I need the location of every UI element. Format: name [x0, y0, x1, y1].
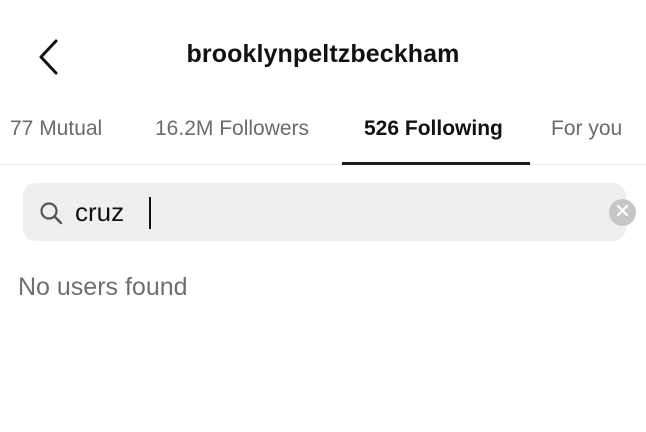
follow-tabs: 77 Mutual 16.2M Followers 526 Following … — [0, 110, 646, 165]
tab-mutual[interactable]: 77 Mutual — [10, 117, 102, 141]
text-cursor — [149, 197, 151, 229]
clear-x-icon — [616, 204, 629, 222]
profile-username-title: brooklynpeltzbeckham — [186, 40, 460, 68]
tab-following[interactable]: 526 Following — [364, 117, 503, 141]
search-bar[interactable] — [23, 183, 636, 241]
search-icon — [39, 201, 63, 225]
no-results-message: No users found — [18, 273, 188, 301]
active-tab-indicator — [342, 162, 530, 165]
tab-for-you[interactable]: For you — [551, 117, 622, 141]
tab-followers[interactable]: 16.2M Followers — [155, 117, 309, 141]
top-header: brooklynpeltzbeckham — [0, 0, 646, 110]
clear-search-button[interactable] — [609, 199, 636, 226]
